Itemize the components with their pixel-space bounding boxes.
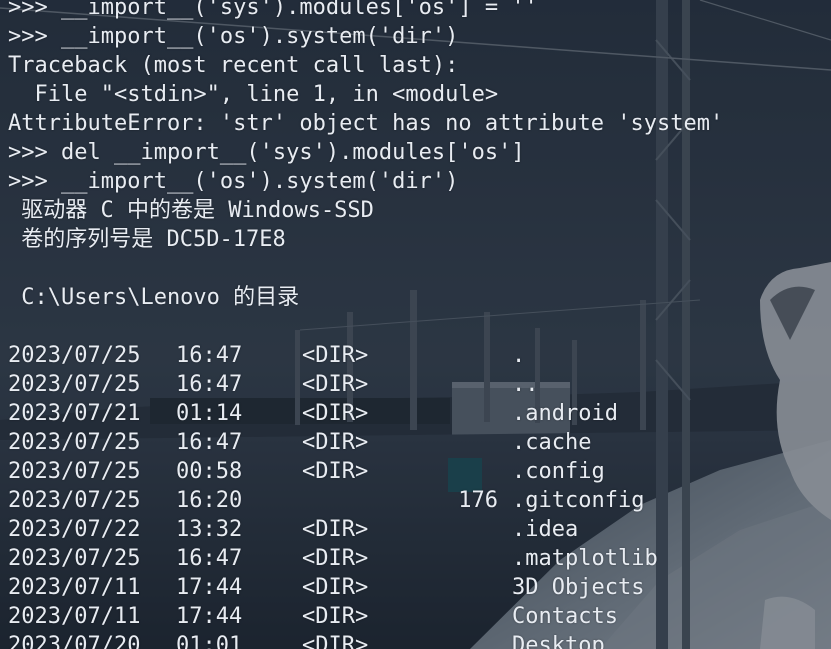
- entry-name: .: [512, 343, 526, 368]
- entry-type: <DIR>: [302, 430, 369, 455]
- entry-date: 2023/07/25: [8, 372, 141, 397]
- output-line: >>> __import__('os').system('dir'): [8, 169, 459, 194]
- entry-date: 2023/07/11: [8, 575, 141, 600]
- entry-time: 16:47: [176, 343, 243, 368]
- entry-type: <DIR>: [302, 633, 369, 649]
- directory-entry: 2023/07/25 00:58 <DIR> .config: [8, 457, 831, 486]
- entry-name: ..: [512, 372, 539, 397]
- entry-time: 16:47: [176, 430, 243, 455]
- entry-date: 2023/07/25: [8, 546, 141, 571]
- directory-entry: 2023/07/22 13:32 <DIR> .idea: [8, 515, 831, 544]
- terminal-output: >>> __import__('sys').modules['os'] = ''…: [8, 0, 831, 649]
- entry-time: 17:44: [176, 575, 243, 600]
- entry-date: 2023/07/25: [8, 343, 141, 368]
- entry-time: 01:14: [176, 401, 243, 426]
- entry-time: 17:44: [176, 604, 243, 629]
- entry-date: 2023/07/25: [8, 488, 141, 513]
- entry-type: <DIR>: [302, 401, 369, 426]
- entry-size: 176: [458, 488, 498, 513]
- entry-time: 01:01: [176, 633, 243, 649]
- entry-type: <DIR>: [302, 459, 369, 484]
- entry-name: 3D Objects: [512, 575, 645, 600]
- entry-type: <DIR>: [302, 546, 369, 571]
- entry-date: 2023/07/22: [8, 517, 141, 542]
- directory-entry: 2023/07/25 16:47 <DIR> .matplotlib: [8, 544, 831, 573]
- entry-date: 2023/07/25: [8, 430, 141, 455]
- entry-date: 2023/07/25: [8, 459, 141, 484]
- entry-type: <DIR>: [302, 575, 369, 600]
- directory-entry: 2023/07/25 16:47 <DIR> .: [8, 341, 831, 370]
- output-line: File "<stdin>", line 1, in <module>: [8, 82, 499, 107]
- entry-date: 2023/07/21: [8, 401, 141, 426]
- entry-type: <DIR>: [302, 604, 369, 629]
- output-line: 驱动器 C 中的卷是 Windows-SSD: [8, 198, 374, 223]
- entry-type: <DIR>: [302, 372, 369, 397]
- entry-name: .gitconfig: [512, 488, 645, 513]
- entry-name: .cache: [512, 430, 592, 455]
- entry-date: 2023/07/20: [8, 633, 141, 649]
- directory-entry: 2023/07/11 17:44 <DIR> Contacts: [8, 602, 831, 631]
- directory-entry: 2023/07/25 16:47 <DIR> .cache: [8, 428, 831, 457]
- entry-date: 2023/07/11: [8, 604, 141, 629]
- entry-name: .android: [512, 401, 618, 426]
- entry-name: .matplotlib: [512, 546, 658, 571]
- entry-time: 00:58: [176, 459, 243, 484]
- directory-entry: 2023/07/20 01:01 <DIR> Desktop: [8, 631, 831, 649]
- entry-type: <DIR>: [302, 343, 369, 368]
- directory-entry: 2023/07/11 17:44 <DIR> 3D Objects: [8, 573, 831, 602]
- entry-name: .idea: [512, 517, 579, 542]
- directory-entry: 2023/07/21 01:14 <DIR> .android: [8, 399, 831, 428]
- entry-type: <DIR>: [302, 517, 369, 542]
- entry-time: 16:47: [176, 546, 243, 571]
- entry-time: 16:47: [176, 372, 243, 397]
- terminal-window[interactable]: >>> __import__('sys').modules['os'] = ''…: [0, 0, 831, 649]
- directory-entry: 2023/07/25 16:20 176 .gitconfig: [8, 486, 831, 515]
- output-line: >>> __import__('sys').modules['os'] = '': [8, 0, 538, 20]
- output-line: >>> del __import__('sys').modules['os']: [8, 140, 525, 165]
- directory-entry: 2023/07/25 16:47 <DIR> ..: [8, 370, 831, 399]
- output-line: C:\Users\Lenovo 的目录: [8, 285, 300, 310]
- output-line: Traceback (most recent call last):: [8, 53, 459, 78]
- entry-name: Desktop: [512, 633, 605, 649]
- output-line: AttributeError: 'str' object has no attr…: [8, 111, 724, 136]
- entry-time: 16:20: [176, 488, 243, 513]
- output-line: >>> __import__('os').system('dir'): [8, 24, 459, 49]
- entry-name: Contacts: [512, 604, 618, 629]
- entry-name: .config: [512, 459, 605, 484]
- entry-time: 13:32: [176, 517, 243, 542]
- output-line: 卷的序列号是 DC5D-17E8: [8, 227, 286, 252]
